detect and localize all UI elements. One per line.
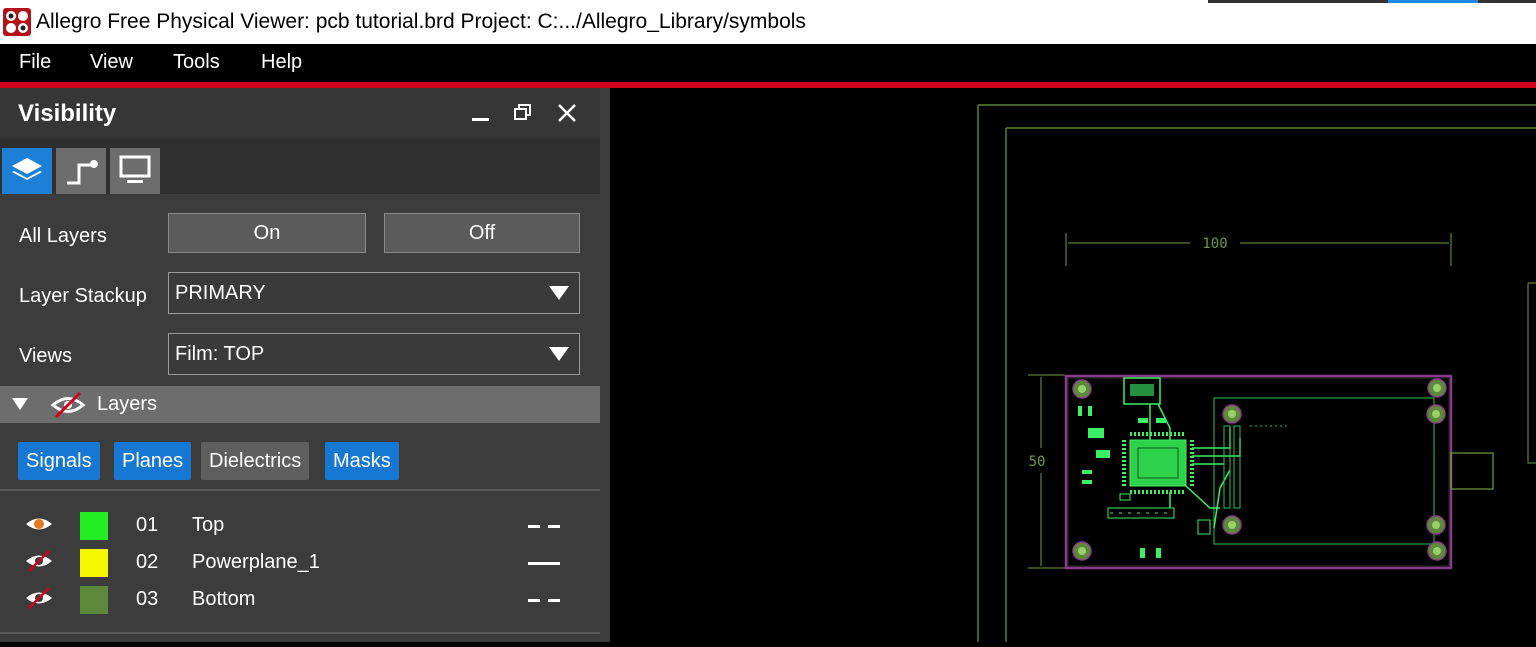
eye-hidden-icon[interactable] <box>50 390 86 420</box>
layer-color-swatch[interactable] <box>80 586 108 614</box>
pcb-canvas[interactable]: 100 50 <box>610 88 1536 642</box>
layer-name: Bottom <box>192 588 256 610</box>
decor-strip-2 <box>1478 0 1536 3</box>
divider <box>0 489 600 491</box>
layer-color-swatch[interactable] <box>80 512 108 540</box>
module-outline[interactable] <box>1213 397 1435 545</box>
width-dimension-label: 100 <box>1202 236 1227 252</box>
close-button[interactable] <box>552 98 582 128</box>
all-layers-label: All Layers <box>19 225 107 247</box>
filter-signals[interactable]: Signals <box>18 442 100 480</box>
menu-file[interactable]: File <box>19 51 51 74</box>
tab-routing[interactable] <box>56 148 106 194</box>
allegro-logo-icon <box>3 8 31 36</box>
eye-hidden-icon[interactable] <box>24 586 54 610</box>
layer-stackup-select[interactable]: PRIMARY <box>168 272 580 314</box>
layer-stackup-label: Layer Stackup <box>19 285 147 307</box>
menu-tools[interactable]: Tools <box>173 51 220 74</box>
visibility-panel: Visibility All Layers On Off Layer Stack… <box>0 88 610 642</box>
title-bar: Allegro Free Physical Viewer: pcb tutori… <box>0 0 1536 44</box>
route-icon <box>67 160 98 185</box>
all-layers-off-button[interactable]: Off <box>384 213 580 253</box>
dashed-line-icon[interactable] <box>528 599 560 602</box>
layer-number: 01 <box>136 514 159 536</box>
height-dimension-label: 50 <box>1029 454 1046 470</box>
pcb-drawing[interactable]: 100 50 <box>610 88 1536 642</box>
filter-planes[interactable]: Planes <box>114 442 192 480</box>
views-label: Views <box>19 345 72 367</box>
solid-line-icon[interactable] <box>528 562 560 565</box>
tab-layers[interactable] <box>2 148 52 194</box>
views-value: Film: TOP <box>175 343 265 365</box>
layer-row[interactable]: 01 Top <box>0 506 600 542</box>
layers-icon <box>12 158 42 180</box>
dashed-line-icon[interactable] <box>528 525 560 528</box>
views-select[interactable]: Film: TOP <box>168 333 580 375</box>
layer-row[interactable]: 02 Powerplane_1 <box>0 543 600 579</box>
layer-number: 02 <box>136 551 159 573</box>
panel-header: Visibility <box>0 88 600 138</box>
minimize-button[interactable] <box>466 98 496 128</box>
layer-number: 03 <box>136 588 159 610</box>
filter-dielectrics[interactable]: Dielectrics <box>201 442 310 480</box>
minimize-icon <box>472 118 489 121</box>
restore-button[interactable] <box>508 98 538 128</box>
layers-section-header[interactable]: Layers <box>0 386 600 423</box>
menu-bar: File View Tools Help <box>0 44 1536 82</box>
layer-name: Top <box>192 514 225 536</box>
menu-help[interactable]: Help <box>261 51 302 74</box>
menu-view[interactable]: View <box>90 51 133 74</box>
tab-display[interactable] <box>110 148 160 194</box>
all-layers-on-button[interactable]: On <box>168 213 366 253</box>
monitor-icon <box>119 155 151 183</box>
layers-section-label: Layers <box>97 393 158 415</box>
chevron-down-icon <box>549 347 569 361</box>
divider <box>0 632 600 634</box>
layer-row[interactable]: 03 Bottom <box>0 580 600 616</box>
panel-title: Visibility <box>18 100 117 127</box>
decor-strip <box>1208 0 1388 3</box>
connector-outline[interactable] <box>1450 452 1494 490</box>
layer-name: Powerplane_1 <box>192 551 320 573</box>
restore-icon <box>514 104 531 120</box>
close-icon <box>558 104 576 122</box>
chevron-down-icon <box>549 286 569 300</box>
decor-strip-blue <box>1388 0 1478 3</box>
eye-hidden-icon[interactable] <box>24 549 54 573</box>
layer-stackup-value: PRIMARY <box>175 282 266 304</box>
panel-tab-row <box>0 138 600 194</box>
layer-color-swatch[interactable] <box>80 549 108 577</box>
eye-visible-icon[interactable] <box>24 512 54 536</box>
collapse-triangle-icon[interactable] <box>12 398 28 410</box>
filter-masks[interactable]: Masks <box>325 442 399 480</box>
window-title: Allegro Free Physical Viewer: pcb tutori… <box>36 10 806 33</box>
